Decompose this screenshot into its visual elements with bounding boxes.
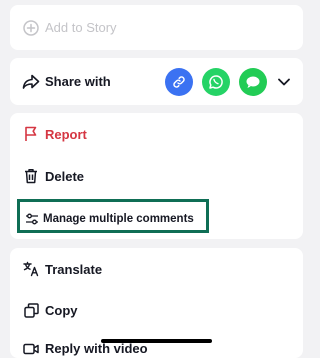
- share-with-label: Share with: [45, 74, 111, 89]
- add-to-story-card: Add to Story: [10, 5, 303, 50]
- link-icon[interactable]: [165, 67, 193, 96]
- reply-with-video-label: Reply with video: [45, 341, 148, 356]
- delete-label: Delete: [45, 168, 85, 184]
- share-arrow-icon: [22, 73, 40, 91]
- share-apps: [156, 58, 291, 105]
- report-button[interactable]: Report: [10, 113, 303, 155]
- whatsapp-icon[interactable]: [202, 67, 230, 96]
- translate-label: Translate: [45, 261, 103, 277]
- add-to-story-button[interactable]: Add to Story: [10, 5, 303, 50]
- home-indicator: [101, 339, 212, 343]
- actions-card: Report Delete Manage multiple comments: [10, 113, 303, 239]
- flag-icon: [22, 125, 40, 143]
- sliders-icon: [23, 210, 41, 228]
- video-icon: [22, 340, 40, 358]
- chevron-down-icon[interactable]: [277, 75, 291, 89]
- copy-label: Copy: [45, 302, 78, 318]
- translate-button[interactable]: Translate: [10, 248, 303, 290]
- message-icon[interactable]: [239, 67, 267, 96]
- delete-button[interactable]: Delete: [10, 155, 303, 197]
- share-with-row[interactable]: Share with: [10, 58, 303, 105]
- translate-icon: [22, 260, 40, 278]
- add-circle-icon: [22, 19, 40, 37]
- reply-with-video-button[interactable]: Reply with video: [10, 332, 303, 358]
- copy-button[interactable]: Copy: [10, 290, 303, 330]
- share-card: Share with: [10, 58, 303, 105]
- copy-icon: [22, 301, 40, 319]
- trash-icon: [22, 167, 40, 185]
- manage-multiple-comments-label: Manage multiple comments: [43, 213, 194, 225]
- add-to-story-label: Add to Story: [45, 20, 117, 35]
- manage-multiple-comments-button[interactable]: Manage multiple comments: [10, 199, 303, 239]
- report-label: Report: [45, 126, 87, 142]
